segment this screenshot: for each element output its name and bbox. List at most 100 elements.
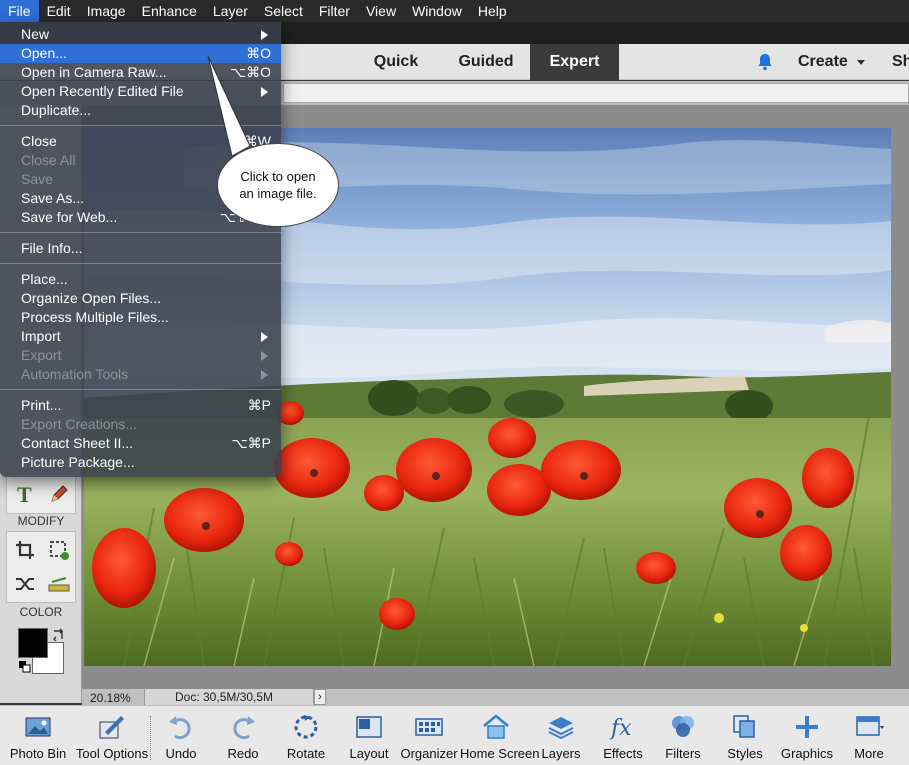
menu-enhance[interactable]: Enhance bbox=[134, 0, 205, 22]
styles-button[interactable]: Styles bbox=[714, 706, 776, 765]
menu-item-label: Picture Package... bbox=[21, 454, 135, 470]
more-icon bbox=[856, 716, 884, 736]
menu-item-label: Open... bbox=[21, 45, 67, 61]
menu-filter[interactable]: Filter bbox=[311, 0, 358, 22]
menu-item-label: Print... bbox=[21, 397, 62, 413]
chevron-down-icon[interactable] bbox=[857, 60, 865, 65]
redo-button[interactable]: Redo bbox=[212, 706, 274, 765]
menu-item-label: Process Multiple Files... bbox=[21, 309, 169, 325]
menu-item-duplicate[interactable]: Duplicate... bbox=[0, 101, 281, 120]
more-button[interactable]: More bbox=[836, 706, 902, 765]
menu-item-label: Save As... bbox=[21, 190, 85, 206]
menu-item-print[interactable]: Print... ⌘P bbox=[0, 396, 281, 415]
menu-item-export-creations: Export Creations... bbox=[0, 415, 281, 434]
submenu-arrow-icon bbox=[261, 30, 268, 40]
crop-tool[interactable] bbox=[9, 534, 41, 566]
layout-button[interactable]: Layout bbox=[338, 706, 400, 765]
filters-icon bbox=[672, 716, 694, 737]
type-tool[interactable]: T bbox=[9, 478, 41, 510]
text-tools-group: T bbox=[6, 474, 76, 514]
menu-item-picture-package[interactable]: Picture Package... bbox=[0, 453, 281, 472]
rotate-label: Rotate bbox=[286, 746, 326, 761]
menu-item-open-in-camera-raw[interactable]: Open in Camera Raw... ⌥⌘O bbox=[0, 63, 281, 82]
tool-options-button[interactable]: Tool Options bbox=[74, 706, 150, 765]
photo-bin-icon bbox=[25, 717, 51, 737]
organizer-icon bbox=[415, 718, 443, 736]
type-tool-icon: T bbox=[17, 482, 32, 506]
rotate-button[interactable]: Rotate bbox=[275, 706, 337, 765]
tool-options-icon bbox=[99, 716, 124, 739]
home-screen-button[interactable]: Home Screen bbox=[460, 706, 540, 765]
menu-item-open[interactable]: Open... ⌘O bbox=[0, 44, 281, 63]
menu-image[interactable]: Image bbox=[79, 0, 134, 22]
menu-item-place[interactable]: Place... bbox=[0, 270, 281, 289]
create-menu[interactable]: Create bbox=[798, 44, 848, 80]
tool-options-label: Tool Options bbox=[75, 746, 149, 761]
status-bar: 20.18% Doc: 30,5M/30,5M › bbox=[82, 689, 909, 705]
undo-icon bbox=[169, 716, 191, 740]
file-menu: New Open... ⌘O Open in Camera Raw... ⌥⌘O Open… bbox=[0, 22, 281, 477]
share-menu[interactable]: Share bbox=[892, 44, 909, 80]
graphics-button[interactable]: Graphics bbox=[774, 706, 840, 765]
menu-item-contact-sheet-ii[interactable]: Contact Sheet II... ⌥⌘P bbox=[0, 434, 281, 453]
status-menu-button[interactable]: › bbox=[314, 689, 326, 705]
swap-colors-icon[interactable] bbox=[52, 627, 66, 641]
menu-view[interactable]: View bbox=[358, 0, 404, 22]
menu-window[interactable]: Window bbox=[404, 0, 470, 22]
styles-label: Styles bbox=[727, 746, 763, 761]
undo-button[interactable]: Undo bbox=[150, 706, 212, 765]
recompose-tool[interactable] bbox=[43, 534, 75, 566]
menu-help[interactable]: Help bbox=[470, 0, 515, 22]
modify-tools-group bbox=[6, 531, 76, 603]
organizer-button[interactable]: Organizer bbox=[400, 706, 458, 765]
menu-item-label: File Info... bbox=[21, 240, 83, 256]
content-move-tool[interactable] bbox=[9, 568, 41, 600]
menu-item-label: Place... bbox=[21, 271, 68, 287]
layers-icon bbox=[548, 717, 574, 740]
tab-guided[interactable]: Guided bbox=[446, 44, 526, 80]
menu-separator bbox=[0, 389, 281, 390]
menu-item-label: Save bbox=[21, 171, 53, 187]
menu-separator bbox=[0, 125, 281, 126]
submenu-arrow-icon bbox=[261, 370, 268, 380]
foreground-color-swatch[interactable] bbox=[18, 628, 48, 658]
effects-button[interactable]: fx Effects bbox=[592, 706, 654, 765]
menu-item-label: Automation Tools bbox=[21, 366, 129, 382]
menu-item-import[interactable]: Import bbox=[0, 327, 281, 346]
photo-bin-button[interactable]: Photo Bin bbox=[4, 706, 72, 765]
color-label: COLOR bbox=[19, 605, 63, 619]
menu-item-close[interactable]: Close ⌘W bbox=[0, 132, 281, 151]
tab-expert[interactable]: Expert bbox=[530, 44, 619, 80]
menu-item-open-recently-edited-file[interactable]: Open Recently Edited File bbox=[0, 82, 281, 101]
styles-icon bbox=[733, 715, 755, 738]
filters-label: Filters bbox=[665, 746, 701, 761]
menu-select[interactable]: Select bbox=[256, 0, 311, 22]
tab-quick[interactable]: Quick bbox=[359, 44, 433, 80]
submenu-arrow-icon bbox=[261, 87, 268, 97]
zoom-level[interactable]: 20.18% bbox=[90, 691, 131, 705]
menu-item-new[interactable]: New bbox=[0, 25, 281, 44]
menu-layer[interactable]: Layer bbox=[205, 0, 256, 22]
menu-item-organize-open-files[interactable]: Organize Open Files... bbox=[0, 289, 281, 308]
menu-item-shortcut: ⌥⌘O bbox=[229, 64, 271, 80]
straighten-tool[interactable] bbox=[43, 568, 75, 600]
task-bar: Photo Bin Tool Options Undo Redo Rotate Layou… bbox=[0, 705, 909, 765]
menu-item-label: Export bbox=[21, 347, 62, 363]
notification-bell-icon[interactable] bbox=[756, 53, 774, 71]
menu-item-file-info[interactable]: File Info... bbox=[0, 239, 281, 258]
layers-label: Layers bbox=[541, 746, 581, 761]
filters-button[interactable]: Filters bbox=[652, 706, 714, 765]
home-screen-label: Home Screen bbox=[460, 746, 540, 761]
pencil-tool[interactable] bbox=[43, 478, 75, 510]
menu-item-export: Export bbox=[0, 346, 281, 365]
menu-item-label: Duplicate... bbox=[21, 102, 92, 118]
menu-file[interactable]: File bbox=[0, 0, 39, 22]
menu-item-process-multiple-files[interactable]: Process Multiple Files... bbox=[0, 308, 281, 327]
svg-text:fx: fx bbox=[609, 716, 632, 741]
layers-button[interactable]: Layers bbox=[530, 706, 592, 765]
recompose-icon bbox=[50, 541, 69, 560]
default-colors-icon[interactable] bbox=[19, 661, 31, 673]
layout-icon bbox=[356, 716, 382, 738]
options-field bbox=[283, 83, 909, 103]
menu-edit[interactable]: Edit bbox=[39, 0, 79, 22]
